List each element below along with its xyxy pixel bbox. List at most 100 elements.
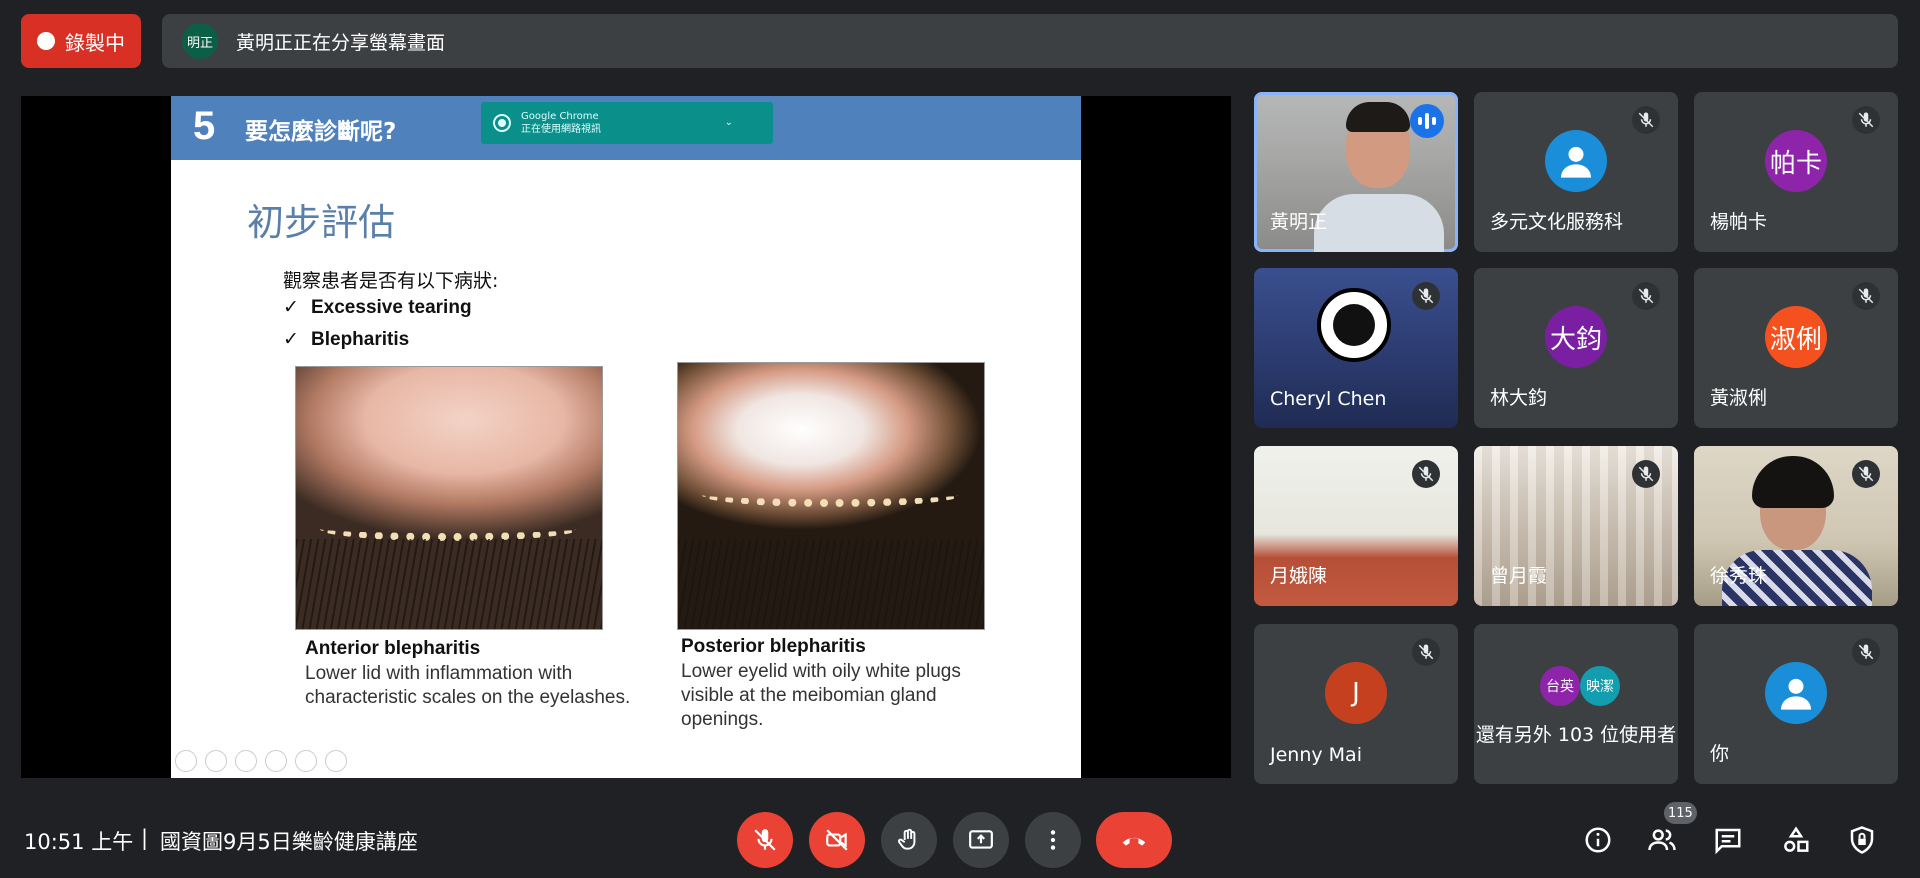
chevron-down-icon[interactable]: ⌄ [725, 116, 733, 129]
default-avatar-icon [1765, 662, 1827, 724]
participant-count-badge: 115 [1664, 802, 1697, 824]
leave-call-button[interactable] [1096, 812, 1172, 868]
anterior-blepharitis-photo [295, 366, 603, 630]
present-screen-button[interactable] [953, 812, 1009, 868]
slides-icon[interactable] [265, 750, 287, 772]
mic-off-icon [1412, 282, 1440, 310]
meeting-clock: 10:51 上午 [24, 830, 134, 854]
people-button[interactable] [1644, 822, 1680, 858]
mic-toggle-button[interactable] [737, 812, 793, 868]
participant-tile[interactable]: 徐秀珠 [1694, 446, 1898, 606]
meeting-details-button[interactable] [1580, 822, 1616, 858]
webcam-icon [493, 114, 511, 132]
camera-toggle-button[interactable] [809, 812, 865, 868]
right-caption-text: Lower eyelid with oily white plugs visib… [681, 661, 961, 730]
participant-avatar: 帕卡 [1765, 130, 1827, 192]
participant-tile[interactable]: J Jenny Mai [1254, 624, 1458, 784]
chrome-notice-app: Google Chrome [521, 111, 599, 122]
hang-up-icon [1122, 837, 1146, 846]
screen-share-text: 黃明正正在分享螢幕畫面 [236, 31, 446, 54]
others-count-text: 還有另外 103 位使用者 [1475, 724, 1677, 746]
chat-icon [1715, 828, 1741, 855]
participant-tile-speaking[interactable]: 黃明正 [1254, 92, 1458, 252]
participant-name: Jenny Mai [1270, 744, 1362, 766]
slide-header: 5 要怎麼診斷呢? Google Chrome 正在使用網路視訊 ⌄ [171, 96, 1081, 160]
participant-avatar: 大鈞 [1545, 306, 1607, 368]
mic-off-icon [1852, 106, 1880, 134]
participant-name: 你 [1710, 743, 1730, 765]
participant-name: 楊帕卡 [1710, 211, 1768, 233]
participant-name: 月娥陳 [1270, 565, 1328, 587]
recording-indicator[interactable]: 錄製中 [21, 14, 141, 68]
participant-avatar: 淑俐 [1765, 306, 1827, 368]
participant-avatar: 映潔 [1580, 666, 1620, 706]
mic-off-icon [1852, 282, 1880, 310]
participant-tile[interactable]: 曾月霞 [1474, 446, 1678, 606]
mic-off-icon [1632, 282, 1660, 310]
hand-icon [897, 828, 916, 850]
shapes-icon [1784, 826, 1809, 852]
presentation-stage[interactable]: 5 要怎麼診斷呢? Google Chrome 正在使用網路視訊 ⌄ 初步評估 … [21, 96, 1231, 778]
slide-number: 5 [193, 104, 216, 148]
participant-name: 黃淑俐 [1710, 387, 1768, 409]
participant-tile[interactable]: 多元文化服務科 [1474, 92, 1678, 252]
host-controls-button[interactable] [1844, 822, 1880, 858]
camera-off-icon [826, 829, 848, 851]
obs-logo-icon [1317, 288, 1391, 362]
activities-button[interactable] [1778, 822, 1814, 858]
record-dot-icon [37, 32, 55, 50]
check-icon: ✓ [283, 297, 299, 318]
zoom-icon[interactable] [295, 750, 317, 772]
left-caption-title: Anterior blepharitis [305, 638, 481, 659]
left-caption-text: Lower lid with inflammation with charact… [305, 663, 631, 708]
mic-off-icon [754, 829, 776, 851]
raise-hand-button[interactable] [881, 812, 937, 868]
participant-tile[interactable]: 淑俐 黃淑俐 [1694, 268, 1898, 428]
mic-off-icon [1632, 460, 1660, 488]
participant-tile[interactable]: 帕卡 楊帕卡 [1694, 92, 1898, 252]
participant-name: 多元文化服務科 [1490, 211, 1624, 233]
chrome-camera-notice[interactable]: Google Chrome 正在使用網路視訊 ⌄ [481, 102, 773, 144]
more-options-button[interactable] [1025, 812, 1081, 868]
mic-off-icon [1412, 638, 1440, 666]
participant-name: 黃明正 [1270, 211, 1328, 233]
shield-lock-icon [1850, 826, 1874, 854]
participant-avatar: 台英 [1540, 666, 1580, 706]
right-caption-title: Posterior blepharitis [681, 636, 866, 657]
slide-bullet: ✓ Blepharitis [283, 329, 410, 350]
pen-icon[interactable] [235, 750, 257, 772]
meeting-title: 國資圖9月5日樂齡健康講座 [160, 830, 418, 854]
prev-slide-icon[interactable] [175, 750, 197, 772]
people-icon [1648, 829, 1676, 851]
more-vert-icon [1050, 830, 1056, 850]
speaking-indicator-icon [1410, 104, 1444, 138]
chat-button[interactable] [1710, 822, 1746, 858]
participant-name: Cheryl Chen [1270, 388, 1387, 410]
participant-name: 曾月霞 [1490, 565, 1548, 587]
slide-heading: 要怎麼診斷呢? [245, 119, 397, 145]
mic-off-icon [1852, 460, 1880, 488]
info-icon [1585, 827, 1611, 853]
participant-name: 徐秀珠 [1710, 565, 1768, 587]
posterior-blepharitis-photo [677, 362, 985, 630]
participant-tile[interactable]: 月娥陳 [1254, 446, 1458, 606]
slide-lead-text: 觀察患者是否有以下病狀: [283, 270, 499, 292]
self-tile[interactable]: 你 [1694, 624, 1898, 784]
recording-label: 錄製中 [65, 30, 125, 55]
chrome-notice-text: 正在使用網路視訊 [521, 124, 601, 135]
participant-name: 林大鈞 [1490, 387, 1548, 409]
others-tile[interactable]: 台英 映潔 還有另外 103 位使用者 [1474, 624, 1678, 784]
presentation-slide: 5 要怎麼診斷呢? Google Chrome 正在使用網路視訊 ⌄ 初步評估 … [171, 96, 1081, 778]
slide-subtitle: 初步評估 [247, 201, 395, 244]
participant-tile[interactable]: Cheryl Chen [1254, 268, 1458, 428]
slide-controls[interactable] [175, 750, 347, 772]
default-avatar-icon [1545, 130, 1607, 192]
slide-bullet: ✓ Excessive tearing [283, 297, 472, 318]
participant-tile[interactable]: 大鈞 林大鈞 [1474, 268, 1678, 428]
participant-avatar: J [1325, 662, 1387, 724]
next-slide-icon[interactable] [205, 750, 227, 772]
screen-share-banner: 明正 黃明正正在分享螢幕畫面 [162, 14, 1898, 68]
separator: | [141, 826, 149, 850]
more-icon[interactable] [325, 750, 347, 772]
others-avatars: 台英 映潔 [1540, 666, 1620, 706]
